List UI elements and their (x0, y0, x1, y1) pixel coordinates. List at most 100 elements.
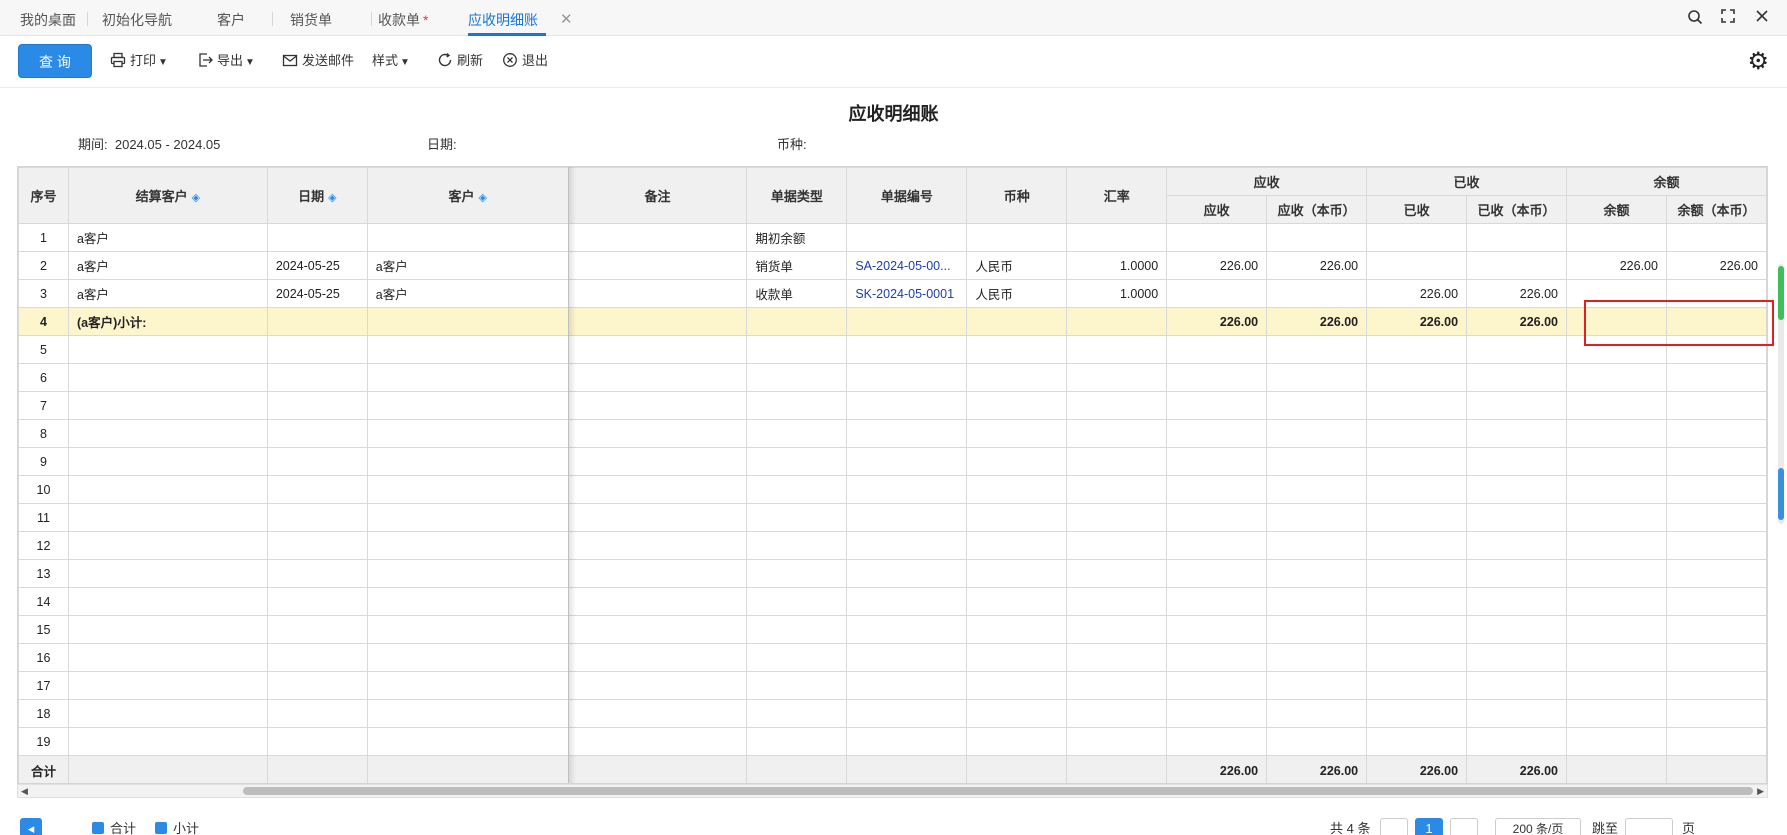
col-header-doc-no[interactable]: 单据编号 (846, 167, 968, 224)
col-header-date[interactable]: 日期 ◈ (266, 167, 368, 224)
tab-label: 初始化导航 (102, 12, 172, 28)
col-header-balance-local[interactable]: 余额（本币） (1665, 195, 1767, 224)
current-page-button[interactable]: 1 (1415, 818, 1443, 835)
table-row[interactable]: 7 (18, 391, 1767, 420)
col-header-received-local[interactable]: 已收（本币） (1466, 195, 1568, 224)
table-row[interactable]: 9 (18, 447, 1767, 476)
settle-customer-cell: (a客户)小计: (67, 307, 268, 336)
close-icon[interactable] (1752, 9, 1772, 29)
row-seq: 8 (18, 419, 69, 448)
col-header-seq[interactable]: 序号 (18, 167, 69, 224)
table-row[interactable]: 13 (18, 559, 1767, 588)
receivable-cell (1166, 223, 1268, 252)
filter-icon[interactable]: ◈ (328, 192, 336, 204)
table-row[interactable]: 17 (18, 671, 1767, 700)
receivable-cell (1166, 391, 1268, 420)
table-row[interactable]: 2 a客户 2024-05-25 a客户 销货单 SA-2024-05-00... 人民币 1… (18, 251, 1767, 280)
table-row[interactable]: 18 (18, 699, 1767, 728)
table-row[interactable]: 19 (18, 727, 1767, 756)
receivable-local-cell (1266, 223, 1368, 252)
search-icon[interactable] (1685, 9, 1705, 29)
settings-gear-icon[interactable]: ⚙ (1747, 47, 1769, 76)
tab-receivable-ledger[interactable]: 应收明细账 (468, 0, 546, 36)
table-row[interactable]: 5 (18, 335, 1767, 364)
send-mail-button[interactable]: 发送邮件 (282, 44, 354, 78)
scroll-left-icon[interactable]: ◀ (21, 785, 28, 797)
subtotal-row[interactable]: 4 (a客户)小计: 226.00 226.00 226.00 226.00 (18, 307, 1767, 336)
col-header-customer[interactable]: 客户 ◈ (366, 167, 569, 224)
receivable-cell (1166, 699, 1268, 728)
filter-icon[interactable]: ◈ (192, 192, 200, 204)
query-button[interactable]: 查 询 (18, 44, 92, 78)
vertical-slider-blue-handle[interactable] (1778, 468, 1784, 520)
rate-cell: 1.0000 (1066, 279, 1168, 308)
horizontal-scrollbar[interactable]: ◀ ▶ (17, 784, 1768, 798)
balance-local-cell (1665, 391, 1767, 420)
col-header-receivable[interactable]: 应收 (1166, 195, 1268, 224)
col-header-settle-customer[interactable]: 结算客户 ◈ (67, 167, 268, 224)
col-header-currency[interactable]: 币种 (966, 167, 1068, 224)
table-row[interactable]: 16 (18, 643, 1767, 672)
col-header-received[interactable]: 已收 (1366, 195, 1468, 224)
col-header-note[interactable]: 备注 (567, 167, 748, 224)
table-row[interactable]: 12 (18, 531, 1767, 560)
subtotal-checkbox[interactable] (155, 822, 167, 834)
doc-no-cell (846, 503, 968, 532)
page-size-select[interactable]: 200 条/页 (1495, 818, 1581, 835)
col-header-rate[interactable]: 汇率 (1066, 167, 1168, 224)
date-label: 日期: (427, 137, 457, 152)
col-header-doc-type[interactable]: 单据类型 (746, 167, 848, 224)
print-button[interactable]: 打印 ▼ (110, 44, 168, 78)
tab-my-desktop[interactable]: 我的桌面 (20, 0, 88, 36)
scrollbar-thumb[interactable] (243, 787, 1753, 795)
settle-customer-cell (67, 559, 268, 588)
row-seq: 17 (18, 671, 69, 700)
table-row[interactable]: 1 a客户 期初余额 (18, 223, 1767, 252)
style-button[interactable]: 样式 ▼ (372, 44, 410, 78)
currency-cell (966, 587, 1068, 616)
refresh-button[interactable]: 刷新 (437, 44, 483, 78)
balance-cell (1566, 699, 1667, 728)
table-row[interactable]: 6 (18, 363, 1767, 392)
table-row[interactable]: 15 (18, 615, 1767, 644)
col-group-receivable: 应收 (1166, 167, 1368, 196)
doc-no-cell[interactable]: SA-2024-05-00... (846, 251, 968, 280)
vertical-slider-green-handle[interactable] (1778, 266, 1784, 320)
export-button[interactable]: 导出 ▼ (197, 44, 255, 78)
tab-customer[interactable]: 客户 (217, 0, 273, 36)
table-row[interactable]: 8 (18, 419, 1767, 448)
fullscreen-icon[interactable] (1718, 9, 1738, 29)
balance-local-cell (1665, 531, 1767, 560)
scroll-right-icon[interactable]: ▶ (1757, 785, 1764, 797)
mail-icon (282, 54, 298, 67)
date-cell (266, 727, 368, 756)
table-row[interactable]: 14 (18, 587, 1767, 616)
filter-icon[interactable]: ◈ (478, 192, 486, 204)
receivable-cell: 226.00 (1166, 307, 1268, 336)
col-header-balance[interactable]: 余额 (1566, 195, 1667, 224)
tab-sales-order[interactable]: 销货单 (290, 0, 372, 36)
col-header-receivable-local[interactable]: 应收（本币） (1266, 195, 1368, 224)
collapse-icon[interactable]: ◂ (20, 818, 42, 835)
tab-close-icon[interactable]: ✕ (560, 0, 573, 36)
subtotal-checkbox[interactable] (92, 822, 104, 834)
row-seq: 16 (18, 643, 69, 672)
goto-page-input[interactable] (1625, 818, 1673, 835)
next-page-button[interactable] (1450, 818, 1478, 835)
received-cell: 226.00 (1366, 307, 1468, 336)
received-cell (1366, 643, 1468, 672)
doc-no-cell (846, 699, 968, 728)
col-group-balance: 余额 (1566, 167, 1767, 196)
receivable-cell (1166, 363, 1268, 392)
prev-page-button[interactable] (1380, 818, 1408, 835)
table-row[interactable]: 3 a客户 2024-05-25 a客户 收款单 SK-2024-05-0001 人民币 1.… (18, 279, 1767, 308)
doc-no-cell[interactable]: SK-2024-05-0001 (846, 279, 968, 308)
date-cell: 2024-05-25 (266, 251, 368, 280)
exit-button[interactable]: 退出 (502, 44, 548, 78)
tab-init-guide[interactable]: 初始化导航 (102, 0, 222, 36)
table-row[interactable]: 10 (18, 475, 1767, 504)
customer-cell (366, 699, 569, 728)
date-cell: 2024-05-25 (266, 279, 368, 308)
table-row[interactable]: 11 (18, 503, 1767, 532)
tab-receipt[interactable]: 收款单 * (378, 0, 428, 36)
